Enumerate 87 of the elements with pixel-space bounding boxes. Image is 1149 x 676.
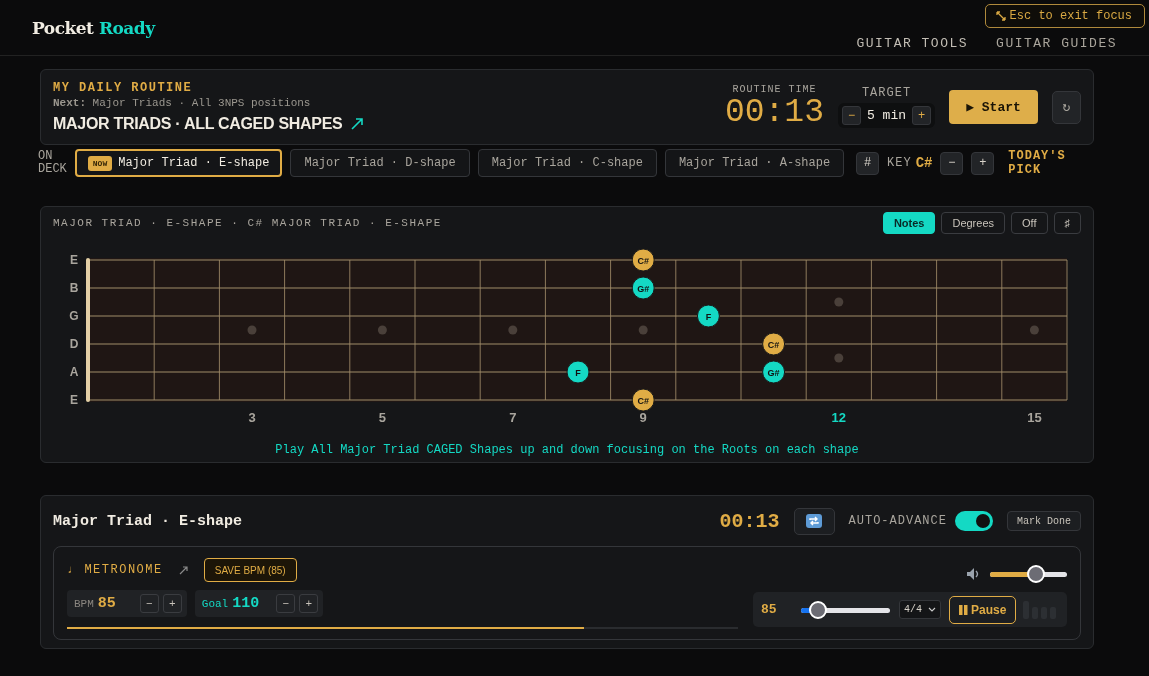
note-marker[interactable]: F xyxy=(696,304,720,328)
bpm-label: BPM xyxy=(74,597,94,610)
goal-value: 110 xyxy=(232,595,261,612)
on-deck-item[interactable]: Major Triad · D-shape xyxy=(290,149,470,177)
metronome-label: ♩ METRONOME xyxy=(67,563,163,577)
inlay-dot xyxy=(1029,325,1039,335)
auto-advance-label: AUTO-ADVANCE xyxy=(848,514,947,528)
routine-heading: MY DAILY ROUTINE xyxy=(53,81,194,95)
chevron-icon xyxy=(928,607,936,612)
inlay-dot xyxy=(508,325,518,335)
note-marker[interactable]: G# xyxy=(762,360,786,384)
tempo-thumb[interactable] xyxy=(808,600,827,619)
nav-link[interactable]: GUITAR TOOLS xyxy=(856,36,969,51)
mode-tab[interactable]: Off xyxy=(1011,212,1048,234)
todays-pick-label: TODAY'S PICK xyxy=(1008,149,1067,177)
start-button[interactable]: ▶ Start xyxy=(949,90,1038,124)
pause-button[interactable]: Pause xyxy=(949,595,1017,624)
decrement-button[interactable]: − xyxy=(276,594,296,613)
next-text: Next: Major Triads · All 3NPS positions xyxy=(53,97,312,109)
target-label: TARGET xyxy=(861,86,912,100)
exit-focus-button[interactable]: Esc to exit focus xyxy=(984,4,1145,28)
inlay-dot xyxy=(834,353,844,363)
routine-title: MAJOR TRIADS · ALL CAGED SHAPES xyxy=(53,115,343,133)
string-label: B xyxy=(69,281,79,295)
reset-button[interactable]: ↻ xyxy=(1052,90,1081,124)
fret-number: 5 xyxy=(378,410,386,425)
fret-number: 12 xyxy=(831,410,847,425)
loop-button[interactable] xyxy=(793,507,835,535)
on-deck-item[interactable]: NOW Major Triad · E-shape xyxy=(74,149,283,177)
loop-icon xyxy=(806,514,823,528)
auto-advance-toggle[interactable] xyxy=(955,511,993,531)
on-deck-item[interactable]: Major Triad · A-shape xyxy=(664,149,845,177)
goal-label: Goal xyxy=(201,597,229,610)
note-marker[interactable]: C# xyxy=(631,248,655,272)
time-label: ROUTINE TIME xyxy=(732,83,817,95)
inlay-dot xyxy=(638,325,648,335)
string-label: E xyxy=(70,393,78,407)
increment-button[interactable]: + xyxy=(912,106,931,125)
on-deck-item[interactable]: Major Triad · C-shape xyxy=(477,149,657,177)
inlay-dot xyxy=(834,297,844,307)
mode-tab[interactable]: Notes xyxy=(882,212,936,234)
key-value: C# xyxy=(915,155,933,171)
increment-button[interactable]: + xyxy=(162,594,182,613)
string-label: G xyxy=(69,309,79,323)
instruction-text: Play All Major Triad CAGED Shapes up and down focusing on the Roots on each shape xyxy=(274,443,860,457)
logo[interactable]: Pocket Roady xyxy=(32,17,155,38)
exercise-timer: 00:13 xyxy=(719,509,780,533)
time-signature-select[interactable]: 4/4 xyxy=(899,600,941,619)
string-label: E xyxy=(70,253,78,267)
save-bpm-button[interactable]: SAVE BPM (85) xyxy=(203,558,297,582)
nav-link[interactable]: GUITAR GUIDES xyxy=(996,36,1117,51)
decrement-button[interactable]: − xyxy=(940,151,964,175)
key-label: KEY xyxy=(887,156,912,170)
bpm-value: 85 xyxy=(97,595,117,612)
on-deck-label: ON DECK xyxy=(38,150,67,176)
arrow-icon[interactable] xyxy=(178,565,188,575)
tempo-value: 85 xyxy=(761,602,778,617)
inlay-dot xyxy=(377,325,387,335)
pause-icon xyxy=(959,604,968,615)
note-marker[interactable]: F xyxy=(566,360,590,384)
note-marker[interactable]: G# xyxy=(631,276,655,300)
now-badge: NOW xyxy=(87,155,113,171)
fret-number: 15 xyxy=(1027,410,1042,425)
increment-button[interactable]: + xyxy=(299,594,319,613)
tempo-slider[interactable] xyxy=(801,599,890,620)
string-label: D xyxy=(69,337,79,351)
inlay-dot xyxy=(247,325,257,335)
volume-slider[interactable] xyxy=(990,564,1067,584)
accidental-button[interactable]: ♯ xyxy=(1053,212,1081,234)
increment-button[interactable]: + xyxy=(971,151,995,175)
fretboard-title: MAJOR TRIAD · E-SHAPE · C# MAJOR TRIAD · E-SHAPE xyxy=(53,217,442,229)
mark-done-button[interactable]: Mark Done xyxy=(1007,511,1081,531)
decrement-button[interactable]: − xyxy=(139,594,159,613)
volume-thumb[interactable] xyxy=(1027,565,1046,583)
string-label: A xyxy=(69,365,79,379)
fret-number: 7 xyxy=(509,410,517,425)
target-value: 5 min xyxy=(867,108,906,123)
sharp-button[interactable]: # xyxy=(856,151,880,175)
arrow-icon[interactable] xyxy=(350,117,365,131)
note-marker[interactable]: C# xyxy=(762,332,786,356)
routine-time: 00:13 xyxy=(724,94,824,131)
fret-number: 3 xyxy=(248,410,256,425)
note-marker[interactable]: C# xyxy=(631,388,655,412)
fret-number: 9 xyxy=(639,410,647,425)
decrement-button[interactable]: − xyxy=(842,106,861,125)
mode-tab[interactable]: Degrees xyxy=(941,212,1005,234)
exercise-title: Major Triad · E-shape xyxy=(53,512,244,530)
